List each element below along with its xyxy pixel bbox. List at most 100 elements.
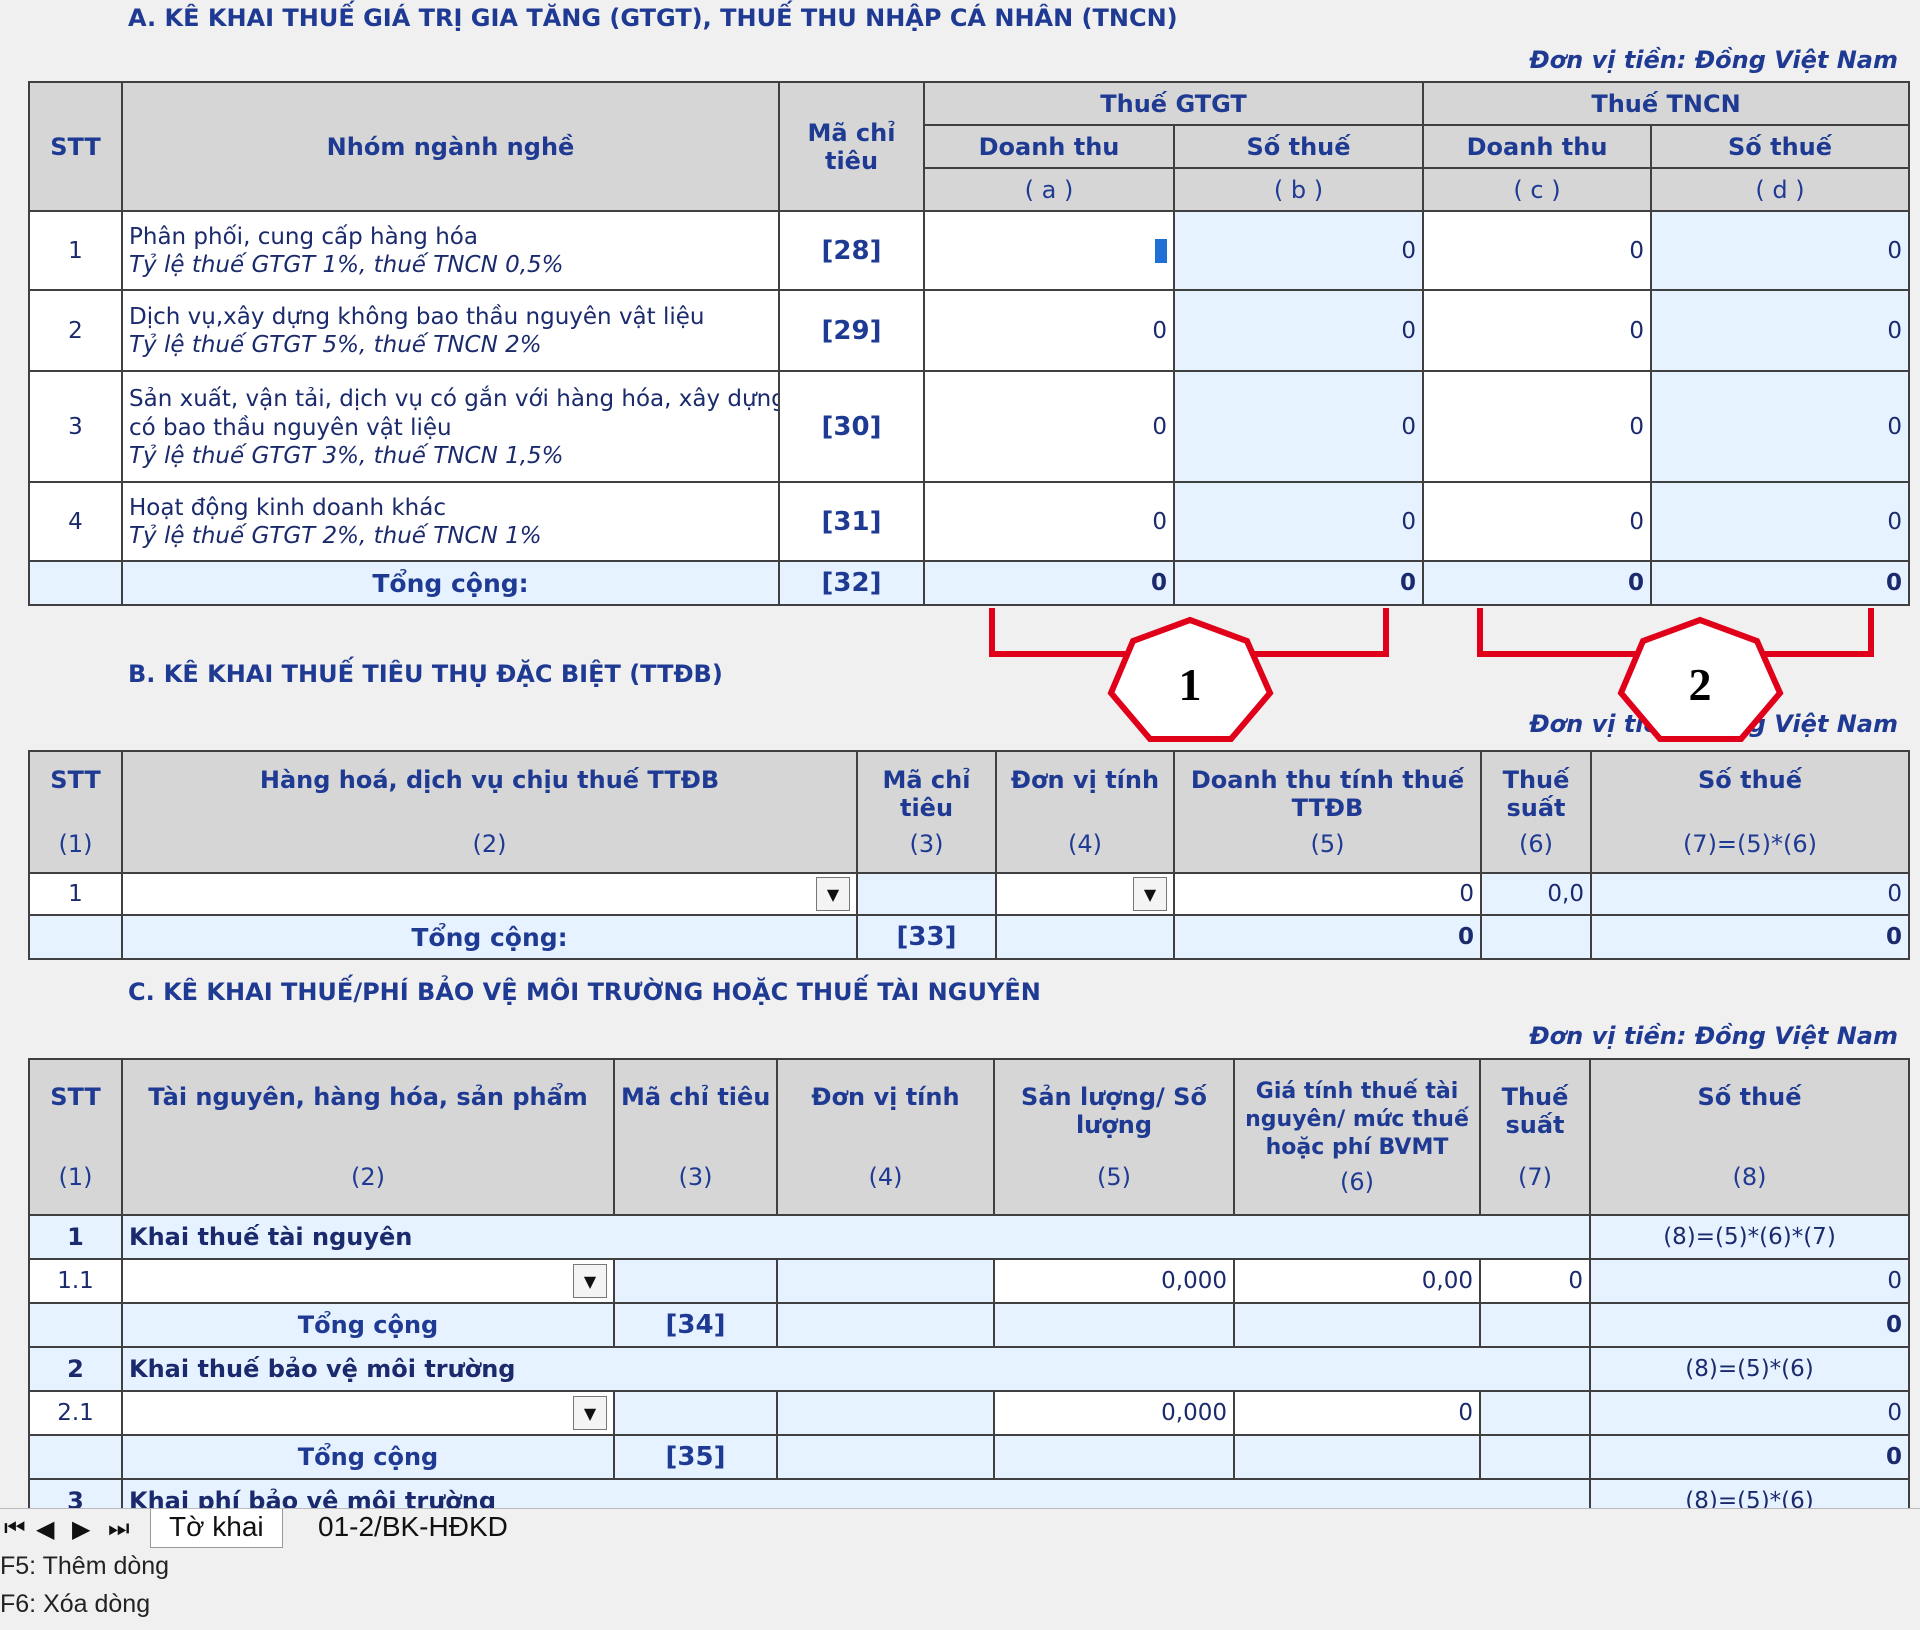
tax-cell: 0	[1590, 872, 1910, 916]
row-name: Dịch vụ,xây dựng không bao thầu nguyên v…	[129, 304, 705, 330]
section-b-table: STT (1) Hàng hoá, dịch vụ chịu thuế TTĐB (…	[28, 750, 1910, 960]
header-n2: (2)	[472, 830, 507, 858]
table-row: 2.1 ▼ 0,000 0 0	[28, 1390, 1910, 1436]
header-tax: Số thuế	[1697, 1083, 1802, 1111]
total-b: 0	[1172, 560, 1425, 606]
header-stt: STT	[28, 81, 123, 212]
table-row: 3 Sản xuất, vận tải, dịch vụ có gắn với …	[28, 370, 1911, 483]
price-input[interactable]: 0	[1233, 1390, 1481, 1436]
gtgt-revenue-input[interactable]: 0	[923, 289, 1175, 372]
revenue-input[interactable]: 0	[1173, 872, 1482, 916]
row-rate: Tỷ lệ thuế GTGT 2%, thuế TNCN 1%	[129, 523, 542, 549]
row-stt: 1	[28, 210, 123, 291]
header-n6: (6)	[1340, 1168, 1374, 1196]
row-code: [28]	[778, 210, 925, 291]
table-row: 1.1 ▼ 0,000 0,00 0 0	[28, 1258, 1910, 1304]
prev-sheet-icon[interactable]: ◀	[36, 1515, 54, 1544]
header-unit: Đơn vị tính	[811, 1083, 960, 1111]
qty-input[interactable]: 0,000	[993, 1390, 1235, 1436]
resource-select[interactable]: ▼	[121, 1258, 615, 1304]
row-rate: Tỷ lệ thuế GTGT 5%, thuế TNCN 2%	[129, 332, 542, 358]
chevron-down-icon[interactable]: ▼	[573, 1264, 607, 1298]
section-a-table: STT Nhóm ngành nghề Mã chỉ tiêu Thuế GTG…	[28, 81, 1911, 606]
header-rate: Thuế suất	[1501, 1083, 1569, 1139]
goods-select[interactable]: ▼	[121, 872, 858, 916]
section-c-table: STT (1) Tài nguyên, hàng hóa, sản phẩm (2)…	[28, 1058, 1910, 1524]
tncn-revenue-input[interactable]: 0	[1422, 289, 1653, 372]
chevron-down-icon[interactable]: ▼	[816, 877, 850, 911]
total-revenue: 0	[1173, 914, 1482, 960]
chevron-down-icon[interactable]: ▼	[573, 1396, 607, 1430]
rate-input[interactable]: 0	[1479, 1258, 1591, 1304]
annotation-label-2: 2	[1689, 659, 1712, 710]
tncn-revenue-input[interactable]: 0	[1422, 210, 1653, 291]
header-n7: (7)	[1518, 1163, 1552, 1191]
unit-select[interactable]: ▼	[995, 872, 1175, 916]
total-tax: 0	[1589, 1302, 1910, 1348]
row-label: Sản xuất, vận tải, dịch vụ có gắn với hà…	[121, 370, 780, 483]
annotation-label-1: 1	[1179, 659, 1202, 710]
row-stt: 4	[28, 481, 123, 562]
chevron-down-icon[interactable]: ▼	[1133, 877, 1167, 911]
annotation-bracket-2	[1477, 608, 1874, 657]
header-group: Nhóm ngành nghề	[121, 81, 780, 212]
header-goods: Tài nguyên, hàng hóa, sản phẩm	[148, 1083, 588, 1111]
gtgt-tax-cell: 0	[1172, 370, 1425, 483]
section-c-unit: Đơn vị tiền: Đồng Việt Nam	[1529, 1022, 1898, 1050]
tncn-revenue-input[interactable]: 0	[1422, 481, 1653, 562]
header-gtgt-revenue: Doanh thu	[923, 124, 1175, 169]
total-label: Tổng cộng:	[121, 914, 858, 960]
first-sheet-icon[interactable]: ⏮	[4, 1515, 26, 1543]
header-tncn-tax: Số thuế	[1650, 124, 1911, 169]
tab-to-khai[interactable]: Tờ khai	[150, 1509, 283, 1548]
goods-select[interactable]: ▼	[121, 1390, 615, 1436]
total-row: Tổng cộng: [32] 0 0 0 0	[28, 560, 1911, 606]
header-goods: Hàng hoá, dịch vụ chịu thuế TTĐB	[259, 766, 720, 794]
row-code: [31]	[778, 481, 925, 562]
row-stt: 3	[28, 370, 123, 483]
total-row: Tổng cộng [34] 0	[28, 1302, 1910, 1348]
header-n2: (2)	[351, 1163, 385, 1191]
header-n1: (1)	[58, 830, 93, 858]
code-cell	[613, 1390, 778, 1436]
header-tncn-revenue: Doanh thu	[1422, 124, 1653, 169]
gtgt-revenue-input[interactable]	[923, 210, 1175, 291]
gtgt-revenue-input[interactable]: 0	[923, 481, 1175, 562]
gtgt-revenue-input[interactable]: 0	[923, 370, 1175, 483]
header-n1: (1)	[58, 1163, 93, 1191]
row-stt: 2	[28, 289, 123, 372]
total-code: [34]	[613, 1302, 778, 1348]
header-n8: (8)	[1732, 1163, 1767, 1191]
header-unit: Đơn vị tính	[1010, 766, 1160, 794]
total-label: Tổng cộng	[121, 1302, 615, 1348]
total-c: 0	[1422, 560, 1653, 606]
qty-input[interactable]: 0,000	[993, 1258, 1235, 1304]
total-row: Tổng cộng [35] 0	[28, 1434, 1910, 1480]
tncn-revenue-input[interactable]: 0	[1422, 370, 1653, 483]
sheet-tab-bar: ⏮ ◀ ▶ ⏭ Tờ khai 01-2/BK-HĐKD	[0, 1508, 1920, 1549]
last-sheet-icon[interactable]: ⏭	[108, 1515, 130, 1543]
header-price: Giá tính thuế tài nguyên/ mức thuế hoặc …	[1245, 1079, 1469, 1160]
total-a: 0	[923, 560, 1175, 606]
code-cell	[856, 872, 997, 916]
row-name: Sản xuất, vận tải, dịch vụ có gắn với hà…	[129, 385, 779, 412]
header-code: Mã chỉ tiêu	[621, 1083, 771, 1111]
row-rate: Tỷ lệ thuế GTGT 3%, thuế TNCN 1,5%	[129, 442, 564, 469]
section-a-unit: Đơn vị tiền: Đồng Việt Nam	[1529, 46, 1898, 74]
group-row: 1 Khai thuế tài nguyên (8)=(5)*(6)*(7)	[28, 1214, 1910, 1260]
header-stt: STT	[50, 1083, 101, 1111]
total-label: Tổng cộng:	[121, 560, 780, 606]
header-gtgt-tax: Số thuế	[1172, 124, 1425, 169]
price-input[interactable]: 0,00	[1233, 1258, 1481, 1304]
tab-bk-hdkd[interactable]: 01-2/BK-HĐKD	[300, 1509, 526, 1547]
header-col-b: ( b )	[1273, 175, 1324, 204]
table-row: 4 Hoạt động kinh doanh khác Tỷ lệ thuế G…	[28, 481, 1911, 562]
total-code: [32]	[778, 560, 925, 606]
header-col-c: ( c )	[1513, 175, 1561, 204]
group-label: Khai thuế bảo vệ môi trường	[121, 1346, 1591, 1392]
section-a-title: A. KÊ KHAI THUẾ GIÁ TRỊ GIA TĂNG (GTGT),…	[128, 4, 1178, 32]
annotation-bracket-1	[989, 608, 1389, 657]
row-stt: 1.1	[28, 1258, 123, 1304]
next-sheet-icon[interactable]: ▶	[72, 1515, 90, 1544]
tncn-tax-cell: 0	[1650, 481, 1911, 562]
